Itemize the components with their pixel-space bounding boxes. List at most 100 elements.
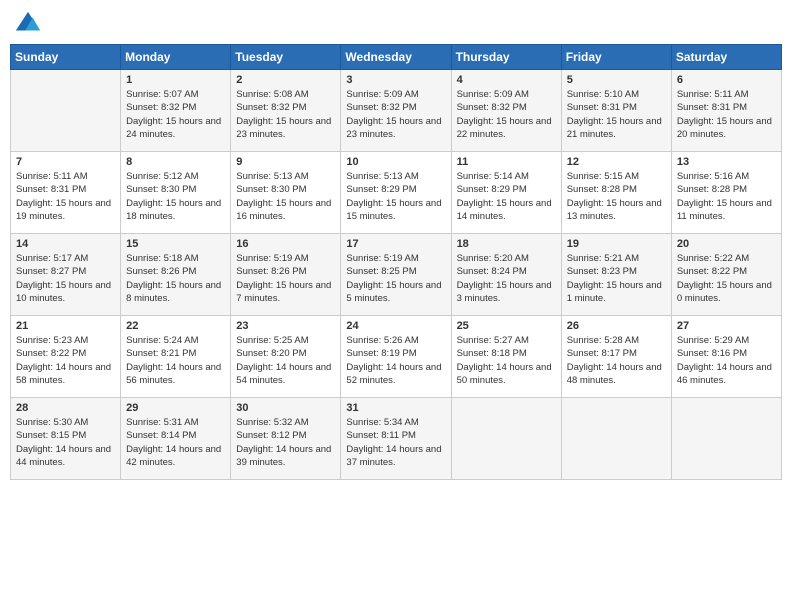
day-number: 27 — [677, 320, 776, 332]
calendar-cell: 27 Sunrise: 5:29 AMSunset: 8:16 PMDayligh… — [671, 316, 781, 398]
day-number: 23 — [236, 320, 335, 332]
day-number: 10 — [346, 156, 445, 168]
day-info: Sunrise: 5:21 AMSunset: 8:23 PMDaylight:… — [567, 252, 666, 305]
day-number: 4 — [457, 74, 556, 86]
day-info: Sunrise: 5:19 AMSunset: 8:25 PMDaylight:… — [346, 252, 445, 305]
day-info: Sunrise: 5:19 AMSunset: 8:26 PMDaylight:… — [236, 252, 335, 305]
day-info: Sunrise: 5:08 AMSunset: 8:32 PMDaylight:… — [236, 88, 335, 141]
day-number: 24 — [346, 320, 445, 332]
calendar-cell: 23Sunrise: 5:25 AMSunset: 8:20 PMDayligh… — [231, 316, 341, 398]
day-info: Sunrise: 5:27 AMSunset: 8:18 PMDaylight:… — [457, 334, 556, 387]
day-info: Sunrise: 5:26 AMSunset: 8:19 PMDaylight:… — [346, 334, 445, 387]
day-number: 21 — [16, 320, 115, 332]
day-number: 8 — [126, 156, 225, 168]
day-info: Sunrise: 5:11 AMSunset: 8:31 PMDaylight:… — [16, 170, 115, 223]
weekday-row: SundayMondayTuesdayWednesdayThursdayFrid… — [11, 45, 782, 70]
weekday-header: Thursday — [451, 45, 561, 70]
day-number: 12 — [567, 156, 666, 168]
day-info: Sunrise: 5:12 AMSunset: 8:30 PMDaylight:… — [126, 170, 225, 223]
day-number: 31 — [346, 402, 445, 414]
day-number: 20 — [677, 238, 776, 250]
day-number: 1 — [126, 74, 225, 86]
calendar-cell: 31 Sunrise: 5:34 AMSunset: 8:11 PMDayligh… — [341, 398, 451, 480]
day-number: 22 — [126, 320, 225, 332]
day-number: 25 — [457, 320, 556, 332]
day-number: 14 — [16, 238, 115, 250]
weekday-header: Tuesday — [231, 45, 341, 70]
calendar-cell: 12 Sunrise: 5:15 AMSunset: 8:28 PMDayligh… — [561, 152, 671, 234]
calendar-cell: 4 Sunrise: 5:09 AMSunset: 8:32 PMDaylight… — [451, 70, 561, 152]
calendar-table: SundayMondayTuesdayWednesdayThursdayFrid… — [10, 44, 782, 480]
calendar-cell: 20 Sunrise: 5:22 AMSunset: 8:22 PMDayligh… — [671, 234, 781, 316]
calendar-cell: 11 Sunrise: 5:14 AMSunset: 8:29 PMDayligh… — [451, 152, 561, 234]
calendar-cell: 6 Sunrise: 5:11 AMSunset: 8:31 PMDaylight… — [671, 70, 781, 152]
day-number: 3 — [346, 74, 445, 86]
calendar-body: 1 Sunrise: 5:07 AMSunset: 8:32 PMDaylight… — [11, 70, 782, 480]
weekday-header: Wednesday — [341, 45, 451, 70]
calendar-cell: 9 Sunrise: 5:13 AMSunset: 8:30 PMDaylight… — [231, 152, 341, 234]
day-number: 11 — [457, 156, 556, 168]
day-number: 29 — [126, 402, 225, 414]
page-header — [10, 10, 782, 38]
day-number: 17 — [346, 238, 445, 250]
weekday-header: Monday — [121, 45, 231, 70]
logo — [14, 10, 46, 38]
day-info: Sunrise: 5:24 AMSunset: 8:21 PMDaylight:… — [126, 334, 225, 387]
day-number: 6 — [677, 74, 776, 86]
calendar-cell — [451, 398, 561, 480]
calendar-cell: 10 Sunrise: 5:13 AMSunset: 8:29 PMDayligh… — [341, 152, 451, 234]
day-number: 30 — [236, 402, 335, 414]
day-number: 5 — [567, 74, 666, 86]
day-number: 18 — [457, 238, 556, 250]
day-info: Sunrise: 5:11 AMSunset: 8:31 PMDaylight:… — [677, 88, 776, 141]
calendar-week-row: 1 Sunrise: 5:07 AMSunset: 8:32 PMDaylight… — [11, 70, 782, 152]
day-info: Sunrise: 5:09 AMSunset: 8:32 PMDaylight:… — [346, 88, 445, 141]
day-info: Sunrise: 5:23 AMSunset: 8:22 PMDaylight:… — [16, 334, 115, 387]
day-info: Sunrise: 5:15 AMSunset: 8:28 PMDaylight:… — [567, 170, 666, 223]
calendar-cell: 29Sunrise: 5:31 AMSunset: 8:14 PMDayligh… — [121, 398, 231, 480]
day-number: 26 — [567, 320, 666, 332]
day-info: Sunrise: 5:13 AMSunset: 8:29 PMDaylight:… — [346, 170, 445, 223]
calendar-cell: 22 Sunrise: 5:24 AMSunset: 8:21 PMDayligh… — [121, 316, 231, 398]
calendar-cell: 8 Sunrise: 5:12 AMSunset: 8:30 PMDaylight… — [121, 152, 231, 234]
day-info: Sunrise: 5:22 AMSunset: 8:22 PMDaylight:… — [677, 252, 776, 305]
calendar-week-row: 14 Sunrise: 5:17 AMSunset: 8:27 PMDayligh… — [11, 234, 782, 316]
weekday-header: Saturday — [671, 45, 781, 70]
calendar-cell: 16 Sunrise: 5:19 AMSunset: 8:26 PMDayligh… — [231, 234, 341, 316]
calendar-week-row: 28Sunrise: 5:30 AMSunset: 8:15 PMDayligh… — [11, 398, 782, 480]
day-number: 16 — [236, 238, 335, 250]
day-number: 19 — [567, 238, 666, 250]
day-info: Sunrise: 5:14 AMSunset: 8:29 PMDaylight:… — [457, 170, 556, 223]
day-info: Sunrise: 5:09 AMSunset: 8:32 PMDaylight:… — [457, 88, 556, 141]
calendar-week-row: 7Sunrise: 5:11 AMSunset: 8:31 PMDaylight… — [11, 152, 782, 234]
calendar-cell: 14 Sunrise: 5:17 AMSunset: 8:27 PMDayligh… — [11, 234, 121, 316]
day-info: Sunrise: 5:32 AMSunset: 8:12 PMDaylight:… — [236, 416, 335, 469]
day-info: Sunrise: 5:29 AMSunset: 8:16 PMDaylight:… — [677, 334, 776, 387]
day-number: 13 — [677, 156, 776, 168]
day-number: 2 — [236, 74, 335, 86]
day-info: Sunrise: 5:18 AMSunset: 8:26 PMDaylight:… — [126, 252, 225, 305]
day-info: Sunrise: 5:17 AMSunset: 8:27 PMDaylight:… — [16, 252, 115, 305]
day-info: Sunrise: 5:28 AMSunset: 8:17 PMDaylight:… — [567, 334, 666, 387]
day-info: Sunrise: 5:20 AMSunset: 8:24 PMDaylight:… — [457, 252, 556, 305]
calendar-week-row: 21 Sunrise: 5:23 AMSunset: 8:22 PMDayligh… — [11, 316, 782, 398]
day-info: Sunrise: 5:16 AMSunset: 8:28 PMDaylight:… — [677, 170, 776, 223]
calendar-cell: 2 Sunrise: 5:08 AMSunset: 8:32 PMDaylight… — [231, 70, 341, 152]
calendar-cell — [11, 70, 121, 152]
day-info: Sunrise: 5:13 AMSunset: 8:30 PMDaylight:… — [236, 170, 335, 223]
day-info: Sunrise: 5:10 AMSunset: 8:31 PMDaylight:… — [567, 88, 666, 141]
day-info: Sunrise: 5:07 AMSunset: 8:32 PMDaylight:… — [126, 88, 225, 141]
weekday-header: Sunday — [11, 45, 121, 70]
calendar-header: SundayMondayTuesdayWednesdayThursdayFrid… — [11, 45, 782, 70]
calendar-cell: 25 Sunrise: 5:27 AMSunset: 8:18 PMDayligh… — [451, 316, 561, 398]
calendar-cell: 7Sunrise: 5:11 AMSunset: 8:31 PMDaylight… — [11, 152, 121, 234]
day-info: Sunrise: 5:34 AMSunset: 8:11 PMDaylight:… — [346, 416, 445, 469]
day-number: 9 — [236, 156, 335, 168]
calendar-cell: 5 Sunrise: 5:10 AMSunset: 8:31 PMDaylight… — [561, 70, 671, 152]
calendar-cell: 30 Sunrise: 5:32 AMSunset: 8:12 PMDayligh… — [231, 398, 341, 480]
calendar-cell: 28Sunrise: 5:30 AMSunset: 8:15 PMDayligh… — [11, 398, 121, 480]
calendar-cell: 1 Sunrise: 5:07 AMSunset: 8:32 PMDaylight… — [121, 70, 231, 152]
calendar-cell: 17 Sunrise: 5:19 AMSunset: 8:25 PMDayligh… — [341, 234, 451, 316]
day-number: 15 — [126, 238, 225, 250]
calendar-cell: 18 Sunrise: 5:20 AMSunset: 8:24 PMDayligh… — [451, 234, 561, 316]
